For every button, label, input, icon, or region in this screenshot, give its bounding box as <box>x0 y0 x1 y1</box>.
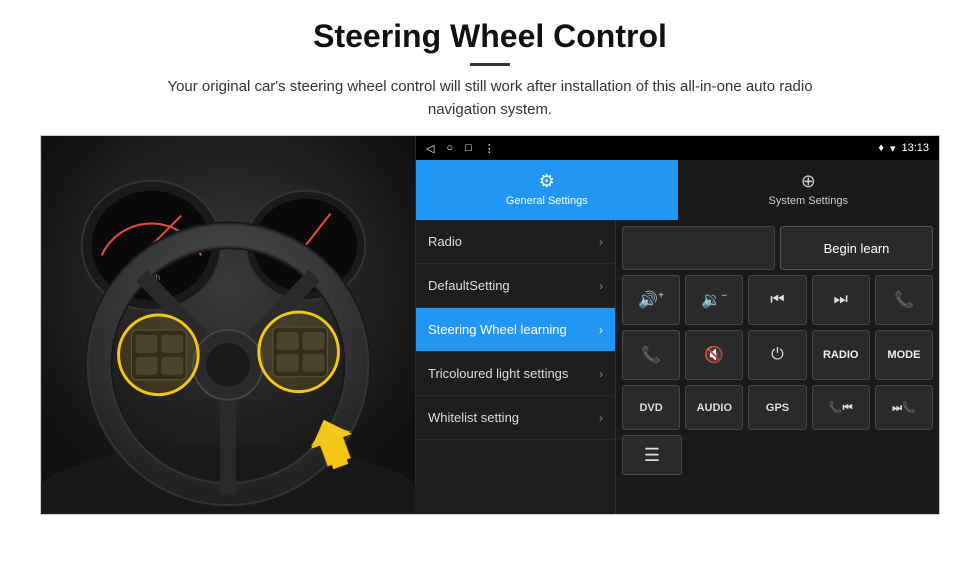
controls-row-2: 📞 🔇 ⏻ RADIO MODE <box>622 330 933 380</box>
recent-nav-icon[interactable]: □ <box>465 142 472 154</box>
gps-status-icon: ♦ <box>878 142 884 154</box>
power-icon: ⏻ <box>771 346 784 364</box>
page-wrapper: Steering Wheel Control Your original car… <box>0 0 980 525</box>
nav-tabs: ⚙ General Settings ⊕ System Settings <box>416 160 939 220</box>
title-divider <box>470 63 510 66</box>
system-settings-icon: ⊕ <box>801 171 816 192</box>
steering-wheel-image: km/h <box>41 136 416 514</box>
wifi-status-icon: ▾ <box>890 142 896 155</box>
vol-up-button[interactable]: 🔊+ <box>622 275 680 325</box>
controls-row-4: ☰ <box>622 435 933 475</box>
mute-button[interactable]: 🔇 <box>685 330 743 380</box>
status-bar: ◁ ○ □ ⋮ ♦ ▾ 13:13 <box>416 136 939 160</box>
status-bar-right: ♦ ▾ 13:13 <box>878 142 929 155</box>
left-menu: Radio › DefaultSetting › Steering Wheel … <box>416 220 616 514</box>
page-title: Steering Wheel Control <box>40 18 940 55</box>
prev-track-icon: ⏮ <box>770 291 784 309</box>
controls-row-1: 🔊+ 🔉− ⏮ ⏭ 📞 <box>622 275 933 325</box>
begin-learn-label: Begin learn <box>824 241 890 256</box>
menu-radio-label: Radio <box>428 234 462 249</box>
back-nav-icon[interactable]: ◁ <box>426 142 434 155</box>
phone-next-button[interactable]: ⏭📞 <box>875 385 933 430</box>
gps-label: GPS <box>766 402 789 414</box>
tab-general-settings[interactable]: ⚙ General Settings <box>416 160 678 220</box>
content-area: km/h <box>40 135 940 515</box>
right-controls: Begin learn 🔊+ 🔉− ⏮ <box>616 220 939 514</box>
list-icon: ☰ <box>644 445 660 466</box>
subtitle: Your original car's steering wheel contr… <box>140 76 840 121</box>
menu-tricoloured-label: Tricoloured light settings <box>428 366 568 381</box>
chevron-icon-steering: › <box>599 323 603 337</box>
menu-steering-label: Steering Wheel learning <box>428 322 567 337</box>
menu-nav-icon[interactable]: ⋮ <box>484 142 495 155</box>
menu-item-tricoloured[interactable]: Tricoloured light settings › <box>416 352 615 396</box>
audio-label: AUDIO <box>697 402 732 414</box>
vol-down-icon: 🔉− <box>701 290 727 310</box>
chevron-icon-radio: › <box>599 235 603 249</box>
menu-controls-area: Radio › DefaultSetting › Steering Wheel … <box>416 220 939 514</box>
menu-item-steering[interactable]: Steering Wheel learning › <box>416 308 615 352</box>
radio-button[interactable]: RADIO <box>812 330 870 380</box>
dvd-label: DVD <box>639 402 662 414</box>
status-bar-left: ◁ ○ □ ⋮ <box>426 142 495 155</box>
menu-item-whitelist[interactable]: Whitelist setting › <box>416 396 615 440</box>
phone-next-icon: ⏭📞 <box>892 401 916 415</box>
audio-button[interactable]: AUDIO <box>685 385 743 430</box>
general-settings-icon: ⚙ <box>539 171 555 192</box>
menu-whitelist-label: Whitelist setting <box>428 410 519 425</box>
phone-button[interactable]: 📞 <box>875 275 933 325</box>
mode-label: MODE <box>887 349 920 361</box>
controls-row-3: DVD AUDIO GPS 📞⏮ ⏭📞 <box>622 385 933 430</box>
clock: 13:13 <box>901 142 929 154</box>
next-track-icon: ⏭ <box>834 291 848 309</box>
begin-learn-button[interactable]: Begin learn <box>780 226 933 270</box>
phone-prev-icon: 📞⏮ <box>829 401 853 415</box>
home-nav-icon[interactable]: ○ <box>446 142 453 154</box>
title-section: Steering Wheel Control Your original car… <box>40 18 940 121</box>
chevron-icon-tricoloured: › <box>599 367 603 381</box>
dvd-button[interactable]: DVD <box>622 385 680 430</box>
chevron-icon-whitelist: › <box>599 411 603 425</box>
menu-item-default[interactable]: DefaultSetting › <box>416 264 615 308</box>
phone-prev-button[interactable]: 📞⏮ <box>812 385 870 430</box>
empty-input-box <box>622 226 775 270</box>
tab-system-settings[interactable]: ⊕ System Settings <box>678 160 940 220</box>
vol-up-icon: 🔊+ <box>638 290 664 310</box>
prev-track-button[interactable]: ⏮ <box>748 275 806 325</box>
image-panel: km/h <box>41 136 416 514</box>
begin-learn-row: Begin learn <box>622 226 933 270</box>
gps-button[interactable]: GPS <box>748 385 806 430</box>
call-answer-icon: 📞 <box>641 345 661 365</box>
tab-system-label: System Settings <box>769 195 848 207</box>
mute-icon: 🔇 <box>704 345 724 365</box>
mode-button[interactable]: MODE <box>875 330 933 380</box>
radio-label: RADIO <box>823 349 858 361</box>
power-button[interactable]: ⏻ <box>748 330 806 380</box>
call-answer-button[interactable]: 📞 <box>622 330 680 380</box>
phone-icon: 📞 <box>894 290 914 310</box>
list-button[interactable]: ☰ <box>622 435 682 475</box>
menu-default-label: DefaultSetting <box>428 278 510 293</box>
tab-general-label: General Settings <box>506 195 588 207</box>
android-panel: ◁ ○ □ ⋮ ♦ ▾ 13:13 ⚙ General Settings <box>416 136 939 514</box>
menu-item-radio[interactable]: Radio › <box>416 220 615 264</box>
vol-down-button[interactable]: 🔉− <box>685 275 743 325</box>
next-track-button[interactable]: ⏭ <box>812 275 870 325</box>
chevron-icon-default: › <box>599 279 603 293</box>
